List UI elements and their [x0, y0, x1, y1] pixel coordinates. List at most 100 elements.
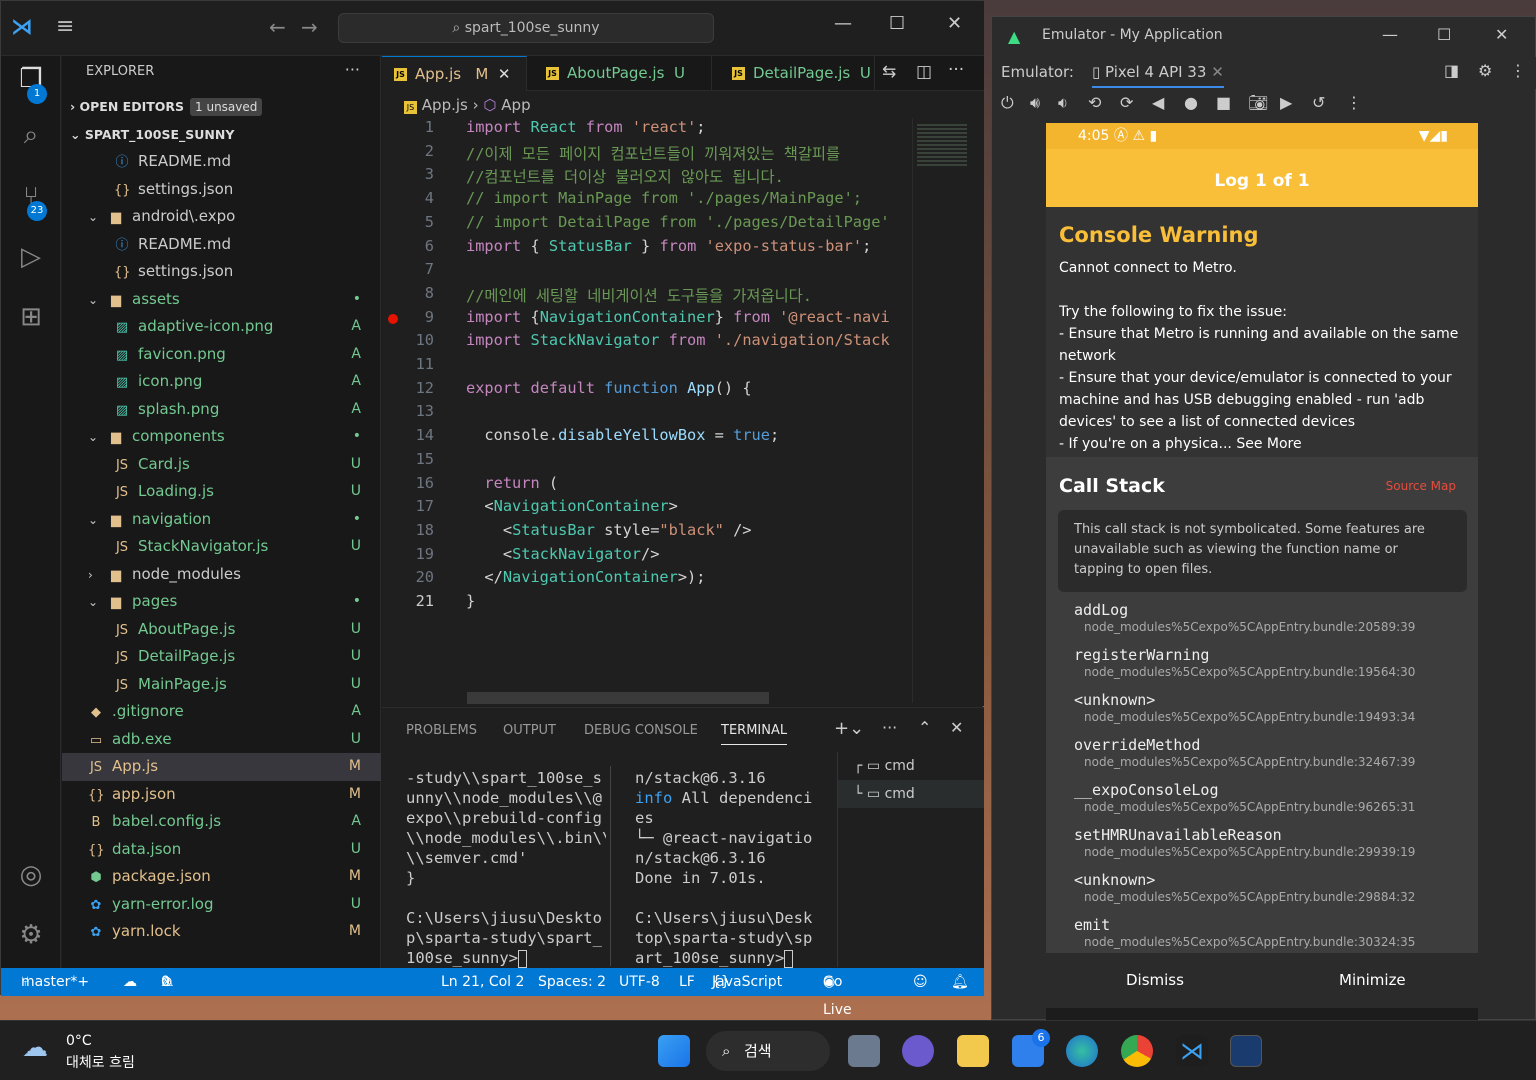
close-button[interactable]: ✕ [947, 13, 962, 34]
edge-icon[interactable] [1066, 1035, 1098, 1067]
tab-output[interactable]: OUTPUT [503, 723, 556, 738]
stack-frame[interactable]: overrideMethod node_modules%5Cexpo%5CAppE… [1074, 736, 1464, 769]
tree-item[interactable]: JS Card.js U [62, 451, 381, 479]
tab-debug-console[interactable]: DEBUG CONSOLE [584, 723, 698, 738]
menu-icon[interactable]: ≡ [56, 14, 74, 39]
rotate-right-icon[interactable]: ⟳ [1120, 93, 1133, 112]
stack-frame[interactable]: __expoConsoleLog node_modules%5Cexpo%5CAp… [1074, 781, 1464, 814]
tree-item[interactable]: ⌄ ▆ pages • [62, 588, 381, 616]
code-line[interactable]: // import DetailPage from './pages/Detai… [466, 213, 916, 231]
code-line[interactable]: export default function App() { [466, 379, 916, 397]
new-terminal-icon[interactable]: +⌄ [834, 718, 864, 739]
tree-item[interactable]: ⌄ ▆ navigation • [62, 506, 381, 534]
back-icon[interactable]: ◀ [1152, 93, 1164, 112]
source-map-button[interactable]: Source Map [1386, 479, 1456, 493]
line-ending[interactable]: LF [679, 968, 695, 996]
tree-item[interactable]: ⌄ ▆ assets • [62, 286, 381, 314]
tab-problems[interactable]: PROBLEMS [406, 723, 477, 738]
extensions-icon[interactable]: ⊞ [13, 302, 49, 338]
stack-frame[interactable]: addLog node_modules%5Cexpo%5CAppEntry.bun… [1074, 601, 1464, 634]
minimize-button[interactable]: — [1382, 25, 1398, 44]
code-line[interactable]: </NavigationContainer>); [466, 568, 916, 586]
notifications-bell-icon[interactable]: 🔔︎ [951, 968, 969, 996]
device-tab[interactable]: ▯ Pixel 4 API 33 ✕ [1092, 63, 1224, 88]
windows-start-icon[interactable] [658, 1035, 690, 1067]
tree-item[interactable]: JS AboutPage.js U [62, 616, 381, 644]
feedback-icon[interactable]: ☺ [913, 968, 928, 996]
tree-item[interactable]: {} settings.json [62, 176, 381, 204]
compare-changes-icon[interactable]: ⇆ [882, 62, 896, 82]
more-actions-icon[interactable]: ··· [948, 60, 964, 80]
more-actions-icon[interactable]: ··· [882, 718, 897, 737]
tab-aboutpage-js[interactable]: JS AboutPage.js U [534, 56, 712, 91]
layout-icon[interactable]: ◨ [1444, 61, 1459, 80]
rotate-left-icon[interactable]: ⟲ [1088, 93, 1101, 112]
log-header[interactable]: Log 1 of 1 [1046, 149, 1478, 207]
back-arrow-icon[interactable]: ← [269, 15, 286, 39]
search-icon[interactable]: ⌕ [13, 120, 49, 156]
stack-frame[interactable]: registerWarning node_modules%5Cexpo%5CApp… [1074, 646, 1464, 679]
command-center-search[interactable]: ⌕ spart_100se_sunny [338, 13, 714, 43]
code-line[interactable]: return ( [466, 474, 916, 492]
forward-arrow-icon[interactable]: → [301, 15, 318, 39]
tree-item[interactable]: Bbabel.config.js A [62, 808, 381, 836]
more-actions-icon[interactable]: ··· [345, 60, 360, 79]
tree-item[interactable]: ▭ adb.exe U [62, 726, 381, 754]
tree-item[interactable]: ⌄ ▆ android\.expo [62, 203, 381, 231]
horizontal-scrollbar[interactable] [467, 692, 769, 704]
tree-item[interactable]: {} app.json M [62, 781, 381, 809]
stack-frame[interactable]: <unknown> node_modules%5Cexpo%5CAppEntry.… [1074, 691, 1464, 724]
close-tab-icon[interactable]: ✕ [498, 65, 511, 83]
close-panel-icon[interactable]: ✕ [950, 718, 963, 737]
close-button[interactable]: ✕ [1495, 25, 1508, 44]
code-line[interactable]: //메인에 세팅할 네비게이션 도구들을 가져옵니다. [466, 284, 916, 306]
maximize-button[interactable]: ☐ [1437, 25, 1451, 44]
tree-item[interactable]: {} settings.json [62, 258, 381, 286]
task-view-icon[interactable] [848, 1035, 880, 1067]
power-icon[interactable]: ⏻ [1001, 93, 1014, 113]
run-debug-icon[interactable]: ▷ [13, 242, 49, 278]
code-line[interactable]: import React from 'react'; [466, 118, 916, 136]
vscode-taskbar-icon[interactable]: ⋊ [1176, 1035, 1208, 1067]
minimap[interactable] [912, 118, 970, 703]
chat-icon[interactable] [902, 1035, 934, 1067]
tab-app-js[interactable]: JS App.js M ✕ [382, 56, 527, 91]
tree-item[interactable]: ⓘ README.md [62, 148, 381, 176]
breadcrumb[interactable]: JS App.js › ⬡ App [404, 96, 531, 114]
more-actions-icon[interactable]: ⋮ [1510, 61, 1526, 80]
stack-frame[interactable]: <unknown> node_modules%5Cexpo%5CAppEntry.… [1074, 871, 1464, 904]
dismiss-button[interactable]: Dismiss [1126, 971, 1184, 989]
stack-frame[interactable]: setHMRUnavailableReason node_modules%5Cex… [1074, 826, 1464, 859]
maximize-panel-icon[interactable]: ⌃ [918, 718, 931, 737]
terminal-output-left[interactable]: -study\\spart_100se_s unny\\node_modules… [406, 768, 606, 968]
terminal-output-right[interactable]: n/stack@6.3.16 info All dependenci es └─… [635, 768, 835, 968]
tree-item[interactable]: ⓘ README.md [62, 231, 381, 259]
maximize-button[interactable]: ☐ [889, 13, 905, 34]
tree-item[interactable]: ⌄ ▆ components • [62, 423, 381, 451]
code-line[interactable]: //이제 모든 페이지 컴포넌트들이 끼워져있는 책갈피를 [466, 142, 916, 164]
tree-item[interactable]: {} data.json U [62, 836, 381, 864]
volume-down-icon[interactable]: 🔉︎ [1058, 93, 1068, 113]
tree-item[interactable]: ◆ .gitignore A [62, 698, 381, 726]
minimize-log-button[interactable]: Minimize [1339, 971, 1406, 989]
code-line[interactable]: import StackNavigator from './navigation… [466, 331, 916, 349]
tree-item[interactable]: JS StackNavigator.js U [62, 533, 381, 561]
code-editor[interactable]: 1 import React from 'react'; 2//이제 모든 페이지 … [382, 118, 912, 698]
tree-item[interactable]: ✿ yarn.lock M [62, 918, 381, 946]
file-explorer-icon[interactable] [957, 1035, 989, 1067]
settings-gear-icon[interactable]: ⚙ [1478, 61, 1492, 80]
indentation[interactable]: Spaces: 2 [538, 968, 606, 996]
breakpoint-icon[interactable] [388, 314, 398, 324]
code-line[interactable]: <StackNavigator/> [466, 545, 916, 563]
tree-item[interactable]: JS MainPage.js U [62, 671, 381, 699]
terminal-item[interactable]: └ ▭ cmd [838, 780, 984, 808]
tree-item[interactable]: ✿ yarn-error.log U [62, 891, 381, 919]
split-editor-icon[interactable]: ◫ [916, 62, 932, 82]
open-editors-section[interactable]: › OPEN EDITORS 1 unsaved [62, 95, 381, 119]
minimize-button[interactable]: — [834, 13, 852, 34]
tree-item[interactable]: › ▆ node_modules [62, 561, 381, 589]
tree-item[interactable]: JS App.js M [62, 753, 381, 781]
encoding[interactable]: UTF-8 [619, 968, 660, 996]
tree-item[interactable]: JS DetailPage.js U [62, 643, 381, 671]
sync-icon[interactable]: ☁ [123, 968, 137, 996]
